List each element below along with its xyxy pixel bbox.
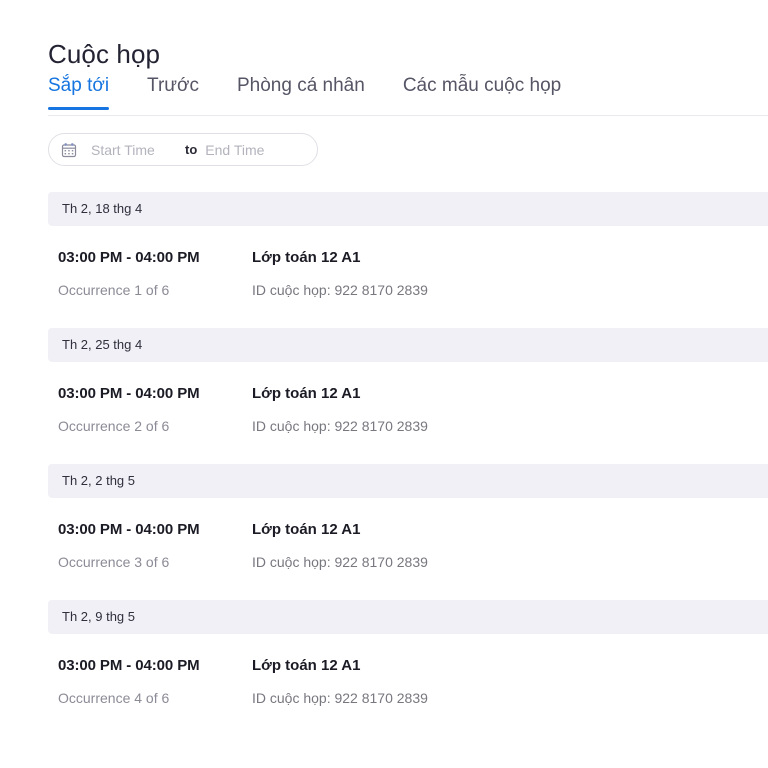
- meeting-id: ID cuộc họp: 922 8170 2839: [252, 554, 428, 570]
- meeting-id: ID cuộc họp: 922 8170 2839: [252, 282, 428, 298]
- meeting-info-column: Lớp toán 12 A1 ID cuộc họp: 922 8170 2839: [252, 520, 768, 572]
- meeting-info-column: Lớp toán 12 A1 ID cuộc họp: 922 8170 2839: [252, 384, 768, 436]
- meeting-id: ID cuộc họp: 922 8170 2839: [252, 690, 428, 706]
- meeting-occurrence: Occurrence 3 of 6: [58, 554, 170, 570]
- meeting-occurrence: Occurrence 2 of 6: [58, 418, 170, 434]
- meeting-time: 03:00 PM - 04:00 PM: [58, 657, 200, 674]
- meeting-info-column: Lớp toán 12 A1 ID cuộc họp: 922 8170 2839: [252, 656, 768, 708]
- meeting-title[interactable]: Lớp toán 12 A1: [252, 656, 768, 676]
- meeting-occurrence: Occurrence 1 of 6: [58, 282, 170, 298]
- calendar-icon: [61, 142, 77, 157]
- meeting-id: ID cuộc họp: 922 8170 2839: [252, 418, 428, 434]
- tab-2[interactable]: Phòng cá nhân: [237, 74, 365, 110]
- meeting-occurrence: Occurrence 4 of 6: [58, 690, 170, 706]
- meeting-time-column: 03:00 PM - 04:00 PM Occurrence 1 of 6: [48, 248, 252, 300]
- group-date-header: Th 2, 9 thg 5: [48, 600, 768, 634]
- tab-1[interactable]: Trước: [147, 74, 199, 110]
- meetings-page: Cuộc họp Sắp tới Trước Phòng cá nhân Các mẫ…: [0, 0, 768, 768]
- tab-bar: Sắp tới Trước Phòng cá nhân Các mẫu cuộc họ…: [48, 74, 768, 116]
- start-time-input[interactable]: [91, 134, 183, 165]
- group-date-header: Th 2, 25 thg 4: [48, 328, 768, 362]
- tab-3[interactable]: Các mẫu cuộc họp: [403, 74, 561, 110]
- meeting-info-column: Lớp toán 12 A1 ID cuộc họp: 922 8170 2839: [252, 248, 768, 300]
- meeting-time-column: 03:00 PM - 04:00 PM Occurrence 2 of 6: [48, 384, 252, 436]
- meeting-title[interactable]: Lớp toán 12 A1: [252, 248, 768, 268]
- meeting-row[interactable]: 03:00 PM - 04:00 PM Occurrence 1 of 6 Lớp …: [48, 226, 768, 328]
- date-range-filter[interactable]: to: [48, 133, 318, 166]
- end-time-input[interactable]: [205, 134, 296, 165]
- meeting-time-column: 03:00 PM - 04:00 PM Occurrence 3 of 6: [48, 520, 252, 572]
- meeting-row[interactable]: 03:00 PM - 04:00 PM Occurrence 2 of 6 Lớp …: [48, 362, 768, 464]
- tab-bar-divider: [48, 115, 768, 116]
- meeting-group: Th 2, 18 thg 4 03:00 PM - 04:00 PM Occurre…: [0, 192, 768, 328]
- tab-0[interactable]: Sắp tới: [48, 74, 110, 110]
- meeting-group: Th 2, 25 thg 4 03:00 PM - 04:00 PM Occurre…: [0, 328, 768, 464]
- meeting-row[interactable]: 03:00 PM - 04:00 PM Occurrence 3 of 6 Lớp …: [48, 498, 768, 600]
- page-title: Cuộc họp: [48, 39, 161, 70]
- meeting-time: 03:00 PM - 04:00 PM: [58, 521, 200, 538]
- meeting-title[interactable]: Lớp toán 12 A1: [252, 520, 768, 540]
- meeting-title[interactable]: Lớp toán 12 A1: [252, 384, 768, 404]
- meeting-time-column: 03:00 PM - 04:00 PM Occurrence 4 of 6: [48, 656, 252, 708]
- group-date-header: Th 2, 18 thg 4: [48, 192, 768, 226]
- meeting-list: Th 2, 18 thg 4 03:00 PM - 04:00 PM Occurre…: [0, 192, 768, 768]
- meeting-group: Th 2, 9 thg 5 03:00 PM - 04:00 PM Occurren…: [0, 600, 768, 736]
- meeting-group: Th 2, 2 thg 5 03:00 PM - 04:00 PM Occurren…: [0, 464, 768, 600]
- meeting-time: 03:00 PM - 04:00 PM: [58, 249, 200, 266]
- meeting-time: 03:00 PM - 04:00 PM: [58, 385, 200, 402]
- group-date-header: Th 2, 2 thg 5: [48, 464, 768, 498]
- date-range-separator: to: [185, 142, 198, 157]
- meeting-row[interactable]: 03:00 PM - 04:00 PM Occurrence 4 of 6 Lớp …: [48, 634, 768, 736]
